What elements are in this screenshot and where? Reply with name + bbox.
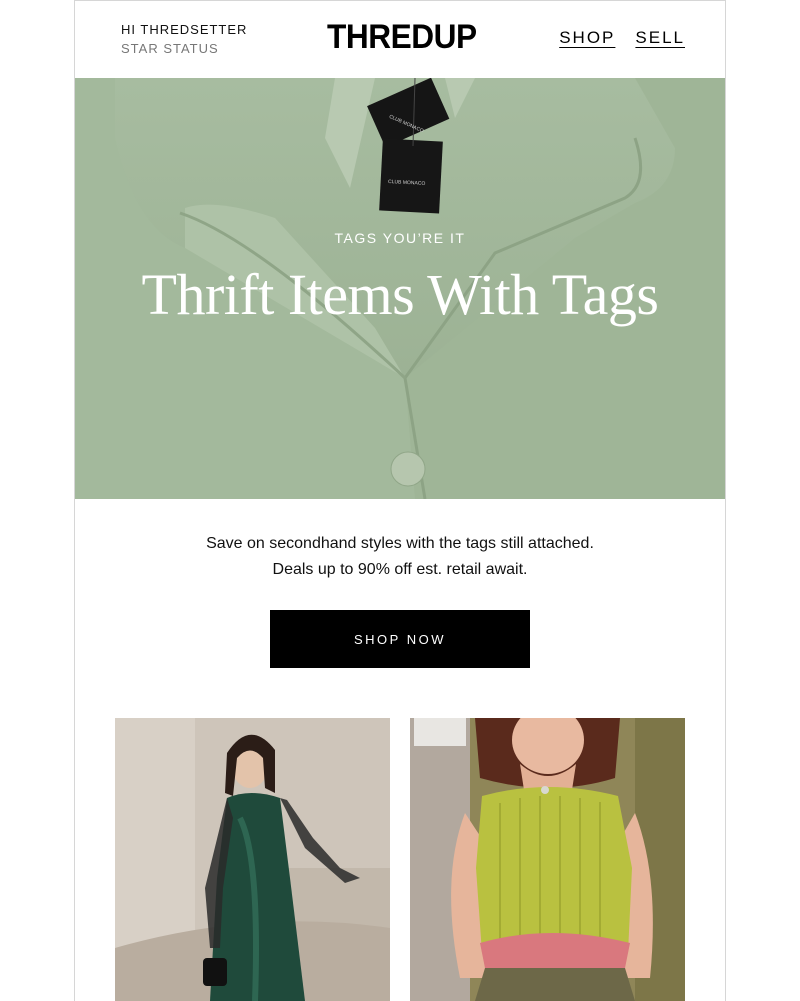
nav-shop-link[interactable]: SHOP — [559, 28, 615, 48]
promo-copy: Save on secondhand styles with the tags … — [75, 531, 725, 583]
header-nav: SHOP SELL — [559, 28, 685, 48]
greeting-block: HI THREDSETTER STAR STATUS — [121, 22, 247, 57]
promo-line-2: Deals up to 90% off est. retail await. — [272, 561, 528, 578]
shop-now-button[interactable]: SHOP NOW — [270, 610, 530, 668]
nav-sell-link[interactable]: SELL — [635, 28, 685, 48]
email-header: HI THREDSETTER STAR STATUS THREDUP SHOP … — [75, 1, 725, 77]
green-slip-dress-photo — [115, 718, 390, 1001]
lime-knit-tank-photo — [410, 718, 685, 1001]
thredup-logo[interactable]: THREDUP — [327, 18, 477, 57]
star-status-text: STAR STATUS — [121, 41, 219, 56]
hero-banner[interactable]: CLUB MONACO CLUB MONACO TAGS YOU’RE IT T… — [75, 78, 725, 499]
greeting-text: HI THREDSETTER — [121, 22, 248, 37]
email-container: HI THREDSETTER STAR STATUS THREDUP SHOP … — [74, 0, 726, 1001]
product-tile-right[interactable] — [410, 718, 685, 1001]
hero-title: Thrift Items With Tags — [141, 262, 659, 327]
hero-eyebrow: TAGS YOU’RE IT — [334, 230, 466, 246]
product-tile-left[interactable] — [115, 718, 390, 1001]
promo-line-1: Save on secondhand styles with the tags … — [206, 535, 594, 552]
